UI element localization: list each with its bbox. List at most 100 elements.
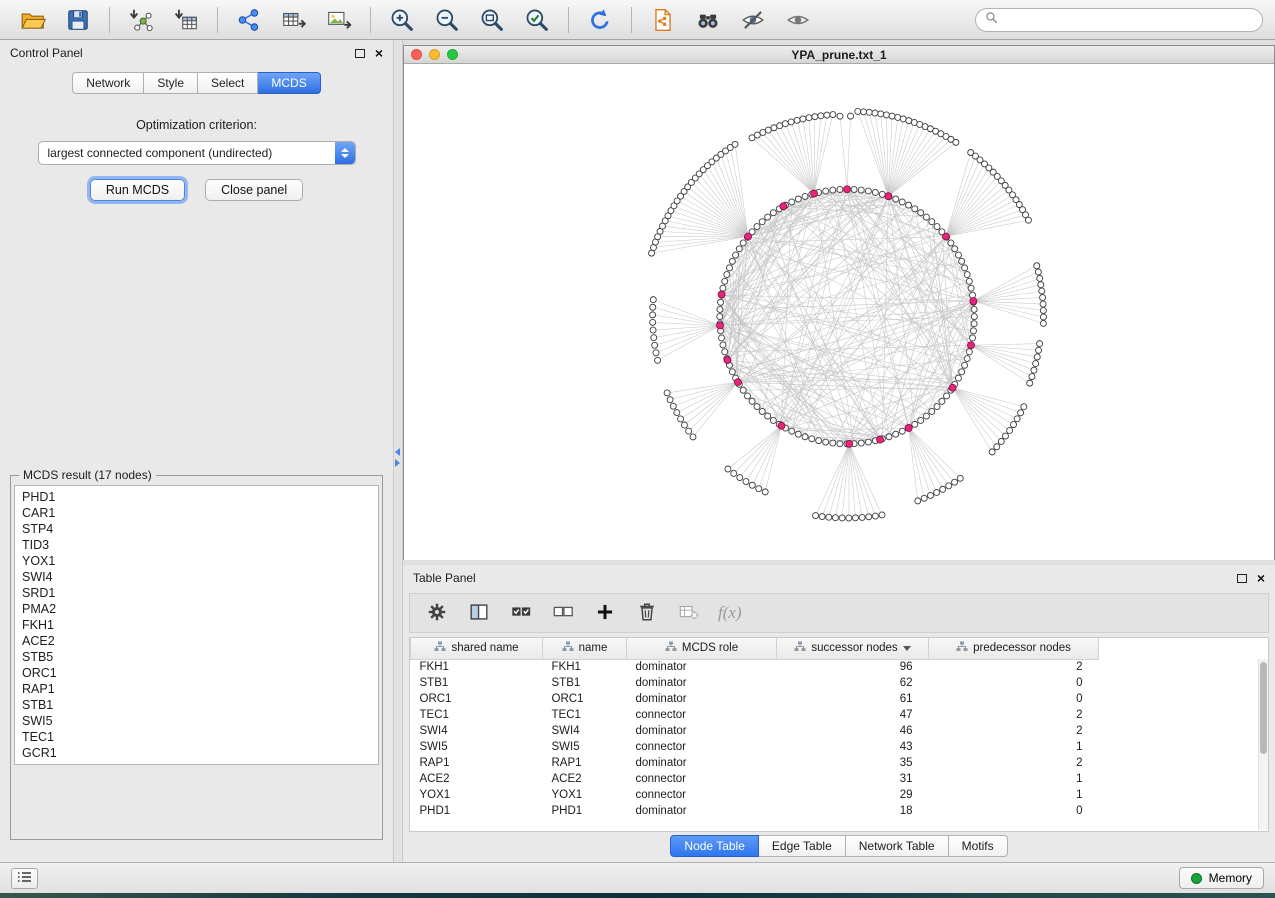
save-button[interactable] <box>57 4 99 36</box>
table-cell-name[interactable]: SWI4 <box>543 723 627 739</box>
tab-network-table[interactable]: Network Table <box>846 835 949 857</box>
table-row[interactable]: SWI4SWI4dominator462 <box>411 723 1099 739</box>
zoom-selected-button[interactable] <box>516 4 558 36</box>
network-titlebar[interactable]: YPA_prune.txt_1 <box>404 46 1274 64</box>
table-cell-successor_nodes[interactable]: 35 <box>777 755 929 771</box>
close-table-panel-icon[interactable]: × <box>1257 572 1265 584</box>
import-network-button[interactable] <box>120 4 162 36</box>
result-node[interactable]: RAP1 <box>22 681 371 697</box>
refresh-button[interactable] <box>579 4 621 36</box>
delete-table-button[interactable] <box>676 600 702 626</box>
table-cell-successor_nodes[interactable]: 47 <box>777 707 929 723</box>
table-row[interactable]: ACE2ACE2connector311 <box>411 771 1099 787</box>
table-cell-predecessor_nodes[interactable]: 1 <box>929 771 1099 787</box>
table-cell-predecessor_nodes[interactable]: 2 <box>929 755 1099 771</box>
table-cell-successor_nodes[interactable]: 62 <box>777 675 929 691</box>
table-cell-successor_nodes[interactable]: 46 <box>777 723 929 739</box>
table-cell-name[interactable]: RAP1 <box>543 755 627 771</box>
table-cell-successor_nodes[interactable]: 96 <box>777 659 929 675</box>
zoom-out-button[interactable] <box>426 4 468 36</box>
tab-select[interactable]: Select <box>198 72 258 94</box>
table-cell-name[interactable]: ORC1 <box>543 691 627 707</box>
run-mcds-button[interactable]: Run MCDS <box>90 179 185 201</box>
unselect-all-button[interactable] <box>550 600 576 626</box>
column-header-name[interactable]: name <box>543 638 627 659</box>
column-header-predecessor-nodes[interactable]: predecessor nodes <box>929 638 1099 659</box>
table-cell-mcds_role[interactable]: dominator <box>627 803 777 819</box>
table-cell-shared_name[interactable]: PHD1 <box>411 803 543 819</box>
memory-button[interactable]: Memory <box>1179 867 1264 889</box>
result-node[interactable]: ORC1 <box>22 665 371 681</box>
table-cell-predecessor_nodes[interactable]: 0 <box>929 675 1099 691</box>
table-cell-mcds_role[interactable]: connector <box>627 739 777 755</box>
table-cell-name[interactable]: FKH1 <box>543 659 627 675</box>
table-cell-shared_name[interactable]: RAP1 <box>411 755 543 771</box>
table-cell-mcds_role[interactable]: dominator <box>627 755 777 771</box>
function-builder-icon[interactable]: f(x) <box>718 603 742 623</box>
table-cell-shared_name[interactable]: FKH1 <box>411 659 543 675</box>
table-cell-predecessor_nodes[interactable]: 0 <box>929 803 1099 819</box>
table-cell-predecessor_nodes[interactable]: 0 <box>929 691 1099 707</box>
table-cell-successor_nodes[interactable]: 43 <box>777 739 929 755</box>
share-document-button[interactable] <box>642 4 684 36</box>
search-input[interactable] <box>1004 13 1253 27</box>
table-cell-predecessor_nodes[interactable]: 2 <box>929 707 1099 723</box>
dropdown-stepper-icon[interactable] <box>335 142 355 164</box>
table-cell-predecessor_nodes[interactable]: 1 <box>929 739 1099 755</box>
add-row-button[interactable] <box>592 600 618 626</box>
column-header-MCDS-role[interactable]: MCDS role <box>627 638 777 659</box>
result-node[interactable]: SRD1 <box>22 585 371 601</box>
table-cell-name[interactable]: SWI5 <box>543 739 627 755</box>
sort-chevron-icon[interactable] <box>903 646 911 651</box>
result-node[interactable]: STB1 <box>22 697 371 713</box>
table-cell-shared_name[interactable]: ACE2 <box>411 771 543 787</box>
table-row[interactable]: PHD1PHD1dominator180 <box>411 803 1099 819</box>
zoom-fit-button[interactable] <box>471 4 513 36</box>
import-table-button[interactable] <box>165 4 207 36</box>
table-cell-mcds_role[interactable]: dominator <box>627 659 777 675</box>
tab-motifs[interactable]: Motifs <box>949 835 1008 857</box>
tab-node-table[interactable]: Node Table <box>670 835 759 857</box>
optimization-dropdown[interactable]: largest connected component (undirected) <box>38 141 356 165</box>
table-cell-predecessor_nodes[interactable]: 1 <box>929 787 1099 803</box>
table-cell-name[interactable]: PHD1 <box>543 803 627 819</box>
table-cell-mcds_role[interactable]: connector <box>627 771 777 787</box>
split-divider[interactable] <box>393 40 403 862</box>
table-cell-successor_nodes[interactable]: 18 <box>777 803 929 819</box>
column-header-successor-nodes[interactable]: successor nodes <box>777 638 929 659</box>
tab-network[interactable]: Network <box>72 72 144 94</box>
table-row[interactable]: STB1STB1dominator620 <box>411 675 1099 691</box>
table-row[interactable]: ORC1ORC1dominator610 <box>411 691 1099 707</box>
select-all-button[interactable] <box>508 600 534 626</box>
result-node[interactable]: TEC1 <box>22 729 371 745</box>
network-canvas[interactable] <box>404 64 1274 560</box>
table-cell-mcds_role[interactable]: connector <box>627 787 777 803</box>
result-node[interactable]: GCR1 <box>22 745 371 761</box>
table-row[interactable]: FKH1FKH1dominator962 <box>411 659 1099 675</box>
table-cell-predecessor_nodes[interactable]: 2 <box>929 723 1099 739</box>
table-cell-shared_name[interactable]: TEC1 <box>411 707 543 723</box>
table-cell-shared_name[interactable]: ORC1 <box>411 691 543 707</box>
float-panel-icon[interactable] <box>355 49 365 58</box>
close-window-icon[interactable] <box>411 49 422 60</box>
hide-selected-button[interactable] <box>732 4 774 36</box>
tab-style[interactable]: Style <box>144 72 198 94</box>
export-network-button[interactable] <box>228 4 270 36</box>
result-node[interactable]: CAR1 <box>22 505 371 521</box>
export-image-button[interactable] <box>318 4 360 36</box>
table-row[interactable]: YOX1YOX1connector291 <box>411 787 1099 803</box>
table-cell-successor_nodes[interactable]: 61 <box>777 691 929 707</box>
close-panel-button[interactable]: Close panel <box>205 179 303 201</box>
table-cell-successor_nodes[interactable]: 29 <box>777 787 929 803</box>
mcds-result-list[interactable]: PHD1CAR1STP4TID3YOX1SWI4SRD1PMA2FKH1ACE2… <box>14 485 379 765</box>
table-scrollbar-thumb[interactable] <box>1260 662 1267 754</box>
split-collapse-icon[interactable] <box>395 448 400 467</box>
table-cell-shared_name[interactable]: STB1 <box>411 675 543 691</box>
result-node[interactable]: FKH1 <box>22 617 371 633</box>
result-node[interactable]: STP4 <box>22 521 371 537</box>
result-node[interactable]: PHD1 <box>22 489 371 505</box>
table-cell-name[interactable]: YOX1 <box>543 787 627 803</box>
trash-button[interactable] <box>634 600 660 626</box>
close-panel-icon[interactable]: × <box>375 47 383 59</box>
table-cell-successor_nodes[interactable]: 31 <box>777 771 929 787</box>
